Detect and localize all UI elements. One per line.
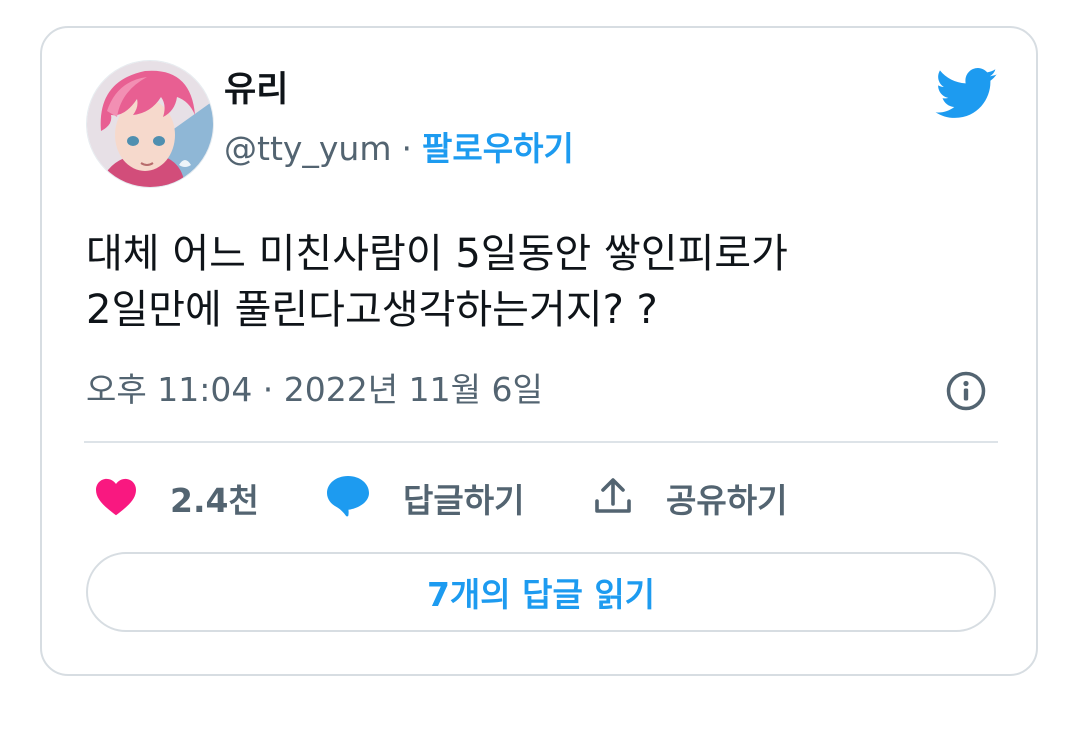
share-icon [592,475,634,521]
author-handle[interactable]: @tty_yum [224,129,392,168]
separator-dot: · [401,129,413,168]
twitter-bird-icon[interactable] [935,68,999,120]
avatar[interactable] [86,60,214,188]
reply-button[interactable]: 답글하기 [325,474,524,522]
reply-bubble-icon [325,474,371,522]
like-count: 2.4천 [170,481,259,520]
like-button[interactable]: 2.4천 [94,474,259,522]
tweet-timestamp[interactable]: 오후 11:04 · 2022년 11월 6일 [86,368,543,412]
heart-icon [94,476,138,520]
info-icon[interactable] [945,370,987,412]
tweet-text: 대체 어느 미친사람이 5일동안 쌓인피로가 2일만에 풀린다고생각하는거지? … [86,226,996,338]
reply-label: 답글하기 [403,481,525,520]
tweet-card: 유리 @tty_yum · 팔로우하기 대체 어느 미친사람이 5일동안 쌓인피로가… [40,26,1038,676]
share-button[interactable]: 공유하기 [592,474,787,522]
tweet-text-line: 대체 어느 미친사람이 5일동안 쌓인피로가 [86,231,788,277]
read-replies-button[interactable]: 7개의 답글 읽기 [86,552,996,632]
share-label: 공유하기 [666,481,788,520]
author-display-name[interactable]: 유리 [224,68,288,112]
author-handle-row: @tty_yum · 팔로우하기 [224,127,574,171]
tweet-text-line: 2일만에 풀린다고생각하는거지? ? [86,287,658,333]
divider [84,441,998,443]
follow-button[interactable]: 팔로우하기 [422,129,574,168]
